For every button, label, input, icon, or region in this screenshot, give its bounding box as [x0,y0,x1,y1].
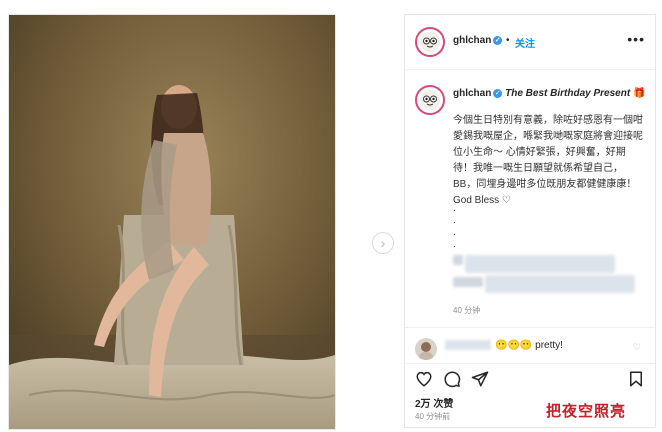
caption-header: ghlchan ✓ The Best Birthday Present 🎁 [453,87,649,101]
caption-dot: . [453,215,456,226]
heart-icon[interactable] [415,370,433,388]
carousel-next-button[interactable]: › [372,232,394,254]
header-username-text: ghlchan [453,35,492,46]
redacted-text [453,277,483,287]
caption-dot: . [453,203,456,214]
redacted-text [485,275,635,293]
comment-text: 😶😶😶 pretty! [495,340,563,351]
post-photo[interactable] [8,14,336,430]
heart-outline-icon[interactable]: ♡ [633,342,641,353]
cartoon-avatar-icon[interactable] [415,27,445,57]
caption-username[interactable]: ghlchan [453,88,491,99]
redacted-commenter-name [445,340,491,350]
likes-count[interactable]: 2万 次赞 [415,395,453,410]
header-separator: • [506,35,510,46]
caption-timestamp: 40 分钟 [453,306,481,315]
redacted-text [465,255,615,273]
follow-button[interactable]: 关注 [515,35,535,50]
comment-row: 😶😶😶 pretty! ♡ [405,327,655,360]
post-header: ghlchan ✓ • 关注 ••• [405,15,655,70]
photo-illustration [9,15,335,429]
header-username[interactable]: ghlchan ✓ [453,35,503,46]
gift-icon: 🎁 [630,88,646,99]
chevron-right-icon: › [380,235,386,251]
more-options-icon[interactable]: ••• [627,31,645,47]
instagram-post: › ghlchan ✓ • 关注 ••• ghlchan ✓ The Best … [0,0,662,432]
comment-icon[interactable] [443,370,461,388]
action-bar [405,363,655,392]
redacted-text [453,255,463,265]
caption-dot: . [453,239,456,250]
post-side-panel: ghlchan ✓ • 关注 ••• ghlchan ✓ The Best Birt… [404,14,656,428]
commenter-avatar[interactable] [415,338,437,360]
post-timestamp: 40 分钟前 [415,412,451,421]
caption-dots: . . . . [453,203,456,251]
caption-dot: . [453,227,456,238]
caption-title: The Best Birthday Present [505,88,631,99]
send-icon[interactable] [471,370,489,388]
caption-body: 今個生日特別有意義，除咗好感恩有一個咁愛錫我嘅屋企，喺緊我哋嘅家庭將會迎接呢位小… [453,115,643,206]
caption-avatar-icon[interactable] [415,85,445,115]
caption-verified-badge-icon: ✓ [493,89,503,98]
bookmark-icon[interactable] [627,370,645,388]
verified-badge-icon: ✓ [493,36,503,45]
watermark-text: 把夜空照亮 [546,402,627,420]
